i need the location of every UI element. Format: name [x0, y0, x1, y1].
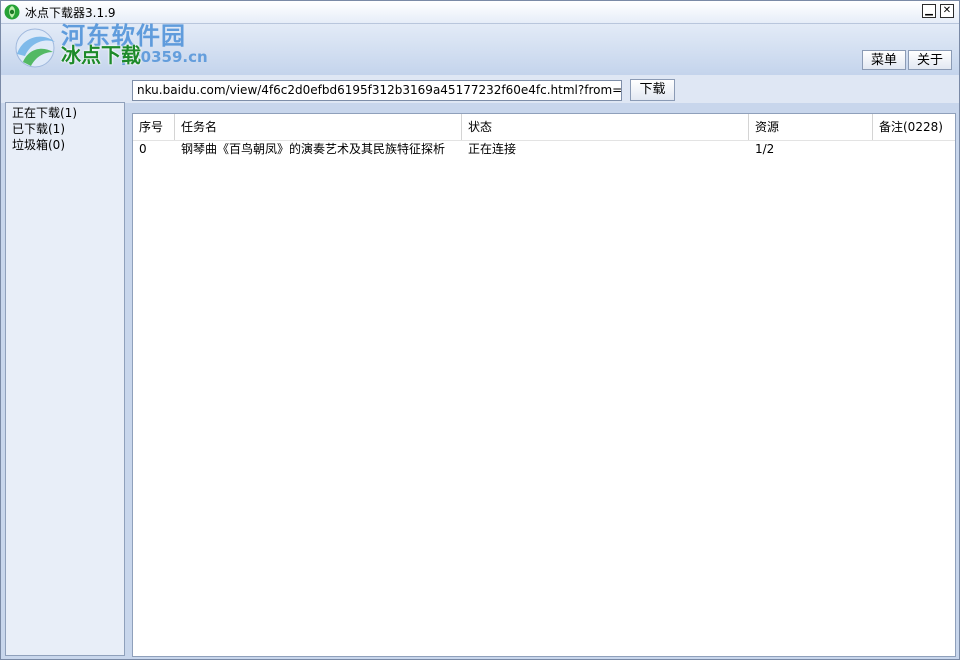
cell-status: 正在连接: [468, 142, 517, 156]
app-logo-icon: [15, 28, 55, 68]
column-header-note[interactable]: 备注(0228): [873, 114, 955, 140]
cell-sources: 1/2: [755, 142, 775, 156]
sidebar-item-downloading[interactable]: 正在下载(1): [6, 105, 124, 121]
column-header-status[interactable]: 状态: [462, 114, 749, 140]
app-window: 冰点下载器3.1.9 ▁ ✕ 河东软件园 pc0359.cn 冰点下载 菜单 关…: [0, 0, 960, 660]
app-icon: [4, 4, 20, 20]
app-logo-text: 冰点下载: [61, 43, 141, 67]
cell-task-name: 钢琴曲《百鸟朝凤》的演奏艺术及其民族特征探析: [181, 142, 446, 156]
sidebar-item-downloaded[interactable]: 已下载(1): [6, 121, 124, 137]
column-header-task-name[interactable]: 任务名: [175, 114, 462, 140]
sidebar-item-trash[interactable]: 垃圾箱(0): [6, 137, 124, 153]
cell-index: 0: [139, 142, 147, 156]
minimize-button[interactable]: ▁: [922, 4, 936, 18]
address-bar: nku.baidu.com/view/4f6c2d0efbd6195f312b3…: [1, 75, 959, 103]
column-header-index[interactable]: 序号: [133, 114, 175, 140]
menu-button[interactable]: 菜单: [862, 50, 906, 70]
download-button[interactable]: 下载: [630, 79, 675, 101]
about-button[interactable]: 关于: [908, 50, 952, 70]
url-input[interactable]: nku.baidu.com/view/4f6c2d0efbd6195f312b3…: [132, 80, 622, 101]
task-list: 序号 任务名 状态 资源 备注(0228) 0 钢琴曲《百鸟朝凤》的演奏艺术及其…: [132, 113, 956, 657]
cell-note: [873, 140, 955, 160]
table-row[interactable]: 0 钢琴曲《百鸟朝凤》的演奏艺术及其民族特征探析 正在连接 1/2: [133, 140, 955, 160]
category-sidebar: 正在下载(1) 已下载(1) 垃圾箱(0): [5, 102, 125, 656]
table-header: 序号 任务名 状态 资源 备注(0228): [133, 114, 955, 141]
header-banner: 河东软件园 pc0359.cn 冰点下载 菜单 关于: [1, 22, 959, 75]
close-button[interactable]: ✕: [940, 4, 954, 18]
column-header-sources[interactable]: 资源: [749, 114, 873, 140]
